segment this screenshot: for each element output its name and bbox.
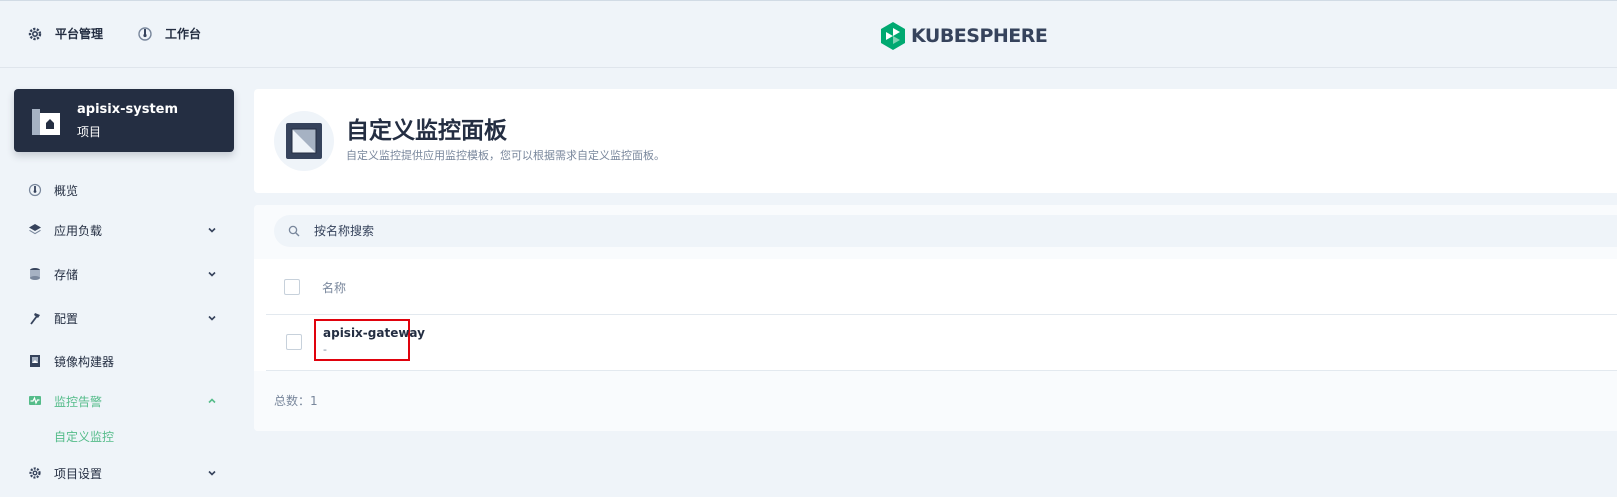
chevron-up-icon [206, 395, 218, 407]
table-row[interactable]: apisix-gateway - [266, 315, 1617, 371]
platform-management-link[interactable]: 平台管理 [27, 25, 103, 42]
page-description: 自定义监控提供应用监控模板，您可以根据需求自定义监控面板。 [346, 149, 665, 162]
chevron-down-icon [206, 467, 218, 479]
sidebar-subitem-custom-monitoring[interactable]: 自定义监控 [54, 428, 114, 445]
sidebar-item-configuration[interactable]: 配置 [28, 308, 224, 328]
sidebar-item-label: 存储 [54, 267, 79, 282]
kubesphere-logo[interactable]: KUBESPHERE [881, 22, 1048, 50]
search-input[interactable] [314, 224, 814, 238]
sidebar-item-label: 项目设置 [54, 466, 103, 481]
select-all-checkbox[interactable] [284, 279, 300, 295]
project-icon [30, 105, 62, 140]
page-header: 自定义监控面板 自定义监控提供应用监控模板，您可以根据需求自定义监控面板。 [254, 89, 1617, 193]
sidebar-item-image-builder[interactable]: 镜像构建器 [28, 351, 224, 371]
dashboard-icon [28, 183, 42, 197]
sidebar-item-monitoring-alerting[interactable]: 监控告警 [28, 391, 224, 411]
total-count: 总数：1 [274, 394, 318, 408]
dashboard-list: 名称 apisix-gateway - 总数：1 [254, 205, 1617, 431]
sidebar-item-label: 监控告警 [54, 394, 103, 409]
table-toolbar [254, 205, 1617, 259]
column-header-name[interactable]: 名称 [322, 279, 346, 296]
row-checkbox[interactable] [286, 334, 302, 350]
sidebar-item-storage[interactable]: 存储 [28, 264, 224, 284]
dashboard-icon [137, 26, 153, 42]
kubesphere-logo-icon [881, 22, 905, 50]
search-icon [288, 225, 300, 237]
gear-icon [27, 26, 43, 42]
dashboard-name-link[interactable]: apisix-gateway [323, 326, 425, 340]
chevron-down-icon [206, 224, 218, 236]
chevron-down-icon [206, 312, 218, 324]
chevron-down-icon [206, 268, 218, 280]
sidebar-item-label: 配置 [54, 311, 79, 326]
brand-name: KUBESPHERE [911, 25, 1048, 47]
workbench-link[interactable]: 工作台 [137, 25, 201, 42]
custom-monitoring-icon [274, 111, 334, 171]
top-bar: 平台管理 工作台 KUBESPHERE [0, 0, 1617, 68]
image-builder-icon [28, 354, 42, 368]
sidebar-item-label: 应用负载 [54, 223, 103, 238]
monitor-icon [28, 394, 42, 408]
project-selector[interactable]: apisix-system 项目 [14, 89, 234, 152]
gear-icon [28, 466, 42, 480]
page-title: 自定义监控面板 [346, 118, 507, 144]
hammer-icon [28, 311, 42, 325]
search-bar[interactable] [274, 215, 1617, 247]
sidebar-item-label: 概览 [54, 183, 79, 198]
table-footer: 总数：1 [254, 371, 1617, 431]
sidebar-item-overview[interactable]: 概览 [28, 180, 224, 200]
sidebar-item-workloads[interactable]: 应用负载 [28, 220, 224, 240]
table-header: 名称 [266, 259, 1617, 315]
project-name: apisix-system [77, 102, 179, 117]
sidebar-item-project-settings[interactable]: 项目设置 [28, 463, 224, 483]
layers-icon [28, 223, 42, 237]
dashboard-description: - [323, 343, 327, 356]
workbench-label: 工作台 [165, 27, 202, 41]
project-type: 项目 [77, 125, 102, 139]
database-icon [28, 267, 42, 281]
sidebar-item-label: 镜像构建器 [54, 354, 115, 369]
platform-management-label: 平台管理 [55, 27, 104, 41]
